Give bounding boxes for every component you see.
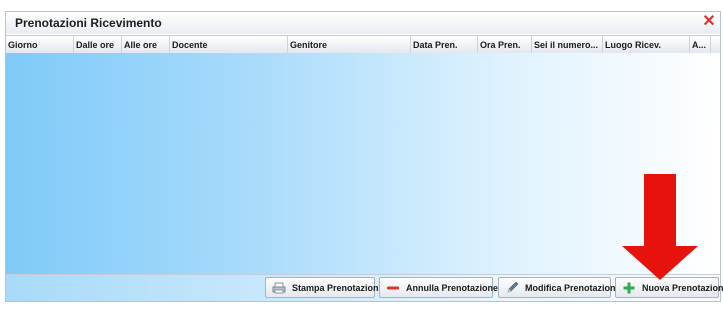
modifica-prenotazione-label: Modifica Prenotazione [525, 282, 621, 293]
window-titlebar: Prenotazioni Ricevimento ✕ [6, 12, 720, 34]
column-header-giorno[interactable]: Giorno [6, 36, 74, 53]
table-header: Giorno Dalle ore Alle ore Docente Genito… [6, 35, 720, 54]
nuova-prenotazione-label: Nuova Prenotazione [642, 282, 723, 293]
close-icon[interactable]: ✕ [701, 14, 717, 30]
column-header-docente[interactable]: Docente [170, 36, 288, 53]
column-header-alle-ore[interactable]: Alle ore [122, 36, 170, 53]
column-header-a[interactable]: A... [690, 36, 711, 53]
nuova-prenotazione-button[interactable]: Nuova Prenotazione [615, 277, 723, 298]
stampa-prenotazioni-label: Stampa Prenotazioni [292, 282, 382, 293]
column-header-sei-il-numero[interactable]: Sei il numero... [532, 36, 603, 53]
minus-icon [386, 282, 400, 294]
window-title: Prenotazioni Ricevimento [15, 16, 162, 30]
column-header-dalle-ore[interactable]: Dalle ore [74, 36, 122, 53]
red-arrow-annotation [622, 174, 698, 280]
printer-icon [272, 282, 286, 294]
column-header-ora-pren[interactable]: Ora Pren. [478, 36, 532, 53]
prenotazioni-window: Prenotazioni Ricevimento ✕ Giorno Dalle … [5, 11, 723, 302]
column-header-data-pren[interactable]: Data Pren. [411, 36, 478, 53]
stampa-prenotazioni-button[interactable]: Stampa Prenotazioni [265, 277, 381, 298]
pencil-icon [505, 281, 519, 294]
modifica-prenotazione-button[interactable]: Modifica Prenotazione [498, 277, 621, 298]
bottom-toolbar: Stampa Prenotazioni Annulla Prenotazione… [6, 274, 723, 301]
annulla-prenotazione-button[interactable]: Annulla Prenotazione [379, 277, 498, 298]
annulla-prenotazione-label: Annulla Prenotazione [406, 282, 499, 293]
plus-icon [622, 282, 636, 294]
column-header-luogo-ricev[interactable]: Luogo Ricev. [603, 36, 690, 53]
table-body[interactable] [6, 53, 720, 275]
column-header-genitore[interactable]: Genitore [288, 36, 411, 53]
